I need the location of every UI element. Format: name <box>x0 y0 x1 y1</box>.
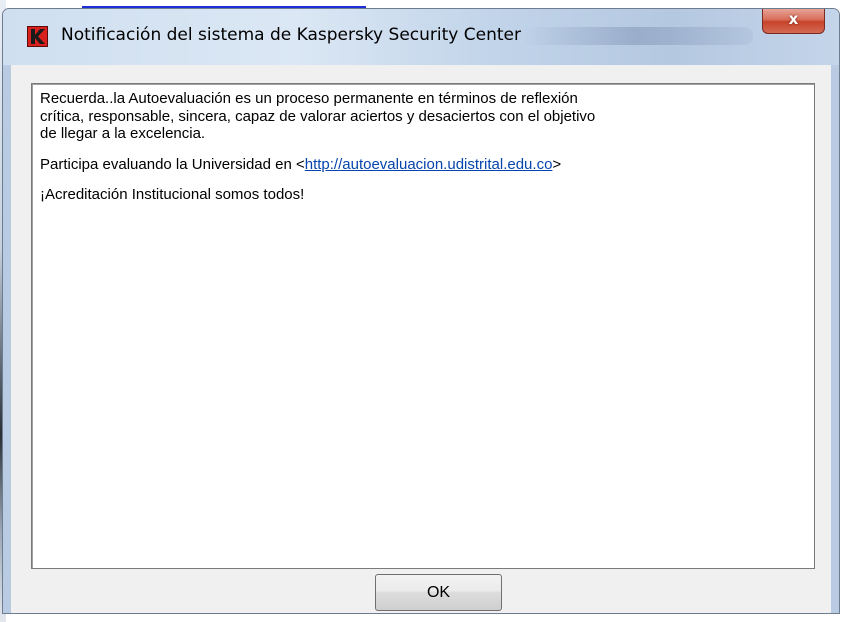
autoevaluacion-link[interactable]: http://autoevaluacion.udistrital.edu.co <box>305 156 553 173</box>
message-line: de llegar a la excelencia. <box>40 125 206 142</box>
kaspersky-k-icon <box>27 26 48 47</box>
title-bar-blur <box>523 27 753 45</box>
message-textbox[interactable]: Recuerda..la Autoevaluación es un proces… <box>31 83 815 569</box>
participa-prefix: Participa evaluando la Universidad en < <box>40 155 305 173</box>
close-icon: x <box>788 10 799 28</box>
screen: Notificación del sistema de Kaspersky Se… <box>0 0 843 622</box>
title-bar[interactable]: Notificación del sistema de Kaspersky Se… <box>3 9 839 65</box>
message-line: Recuerda..la Autoevaluación es un proces… <box>40 90 578 107</box>
message-line: crítica, responsable, sincera, capaz de … <box>40 107 596 125</box>
participa-suffix: > <box>552 155 562 173</box>
notification-dialog: Notificación del sistema de Kaspersky Se… <box>2 8 840 614</box>
participa-line: Participa evaluando la Universidad en <h… <box>40 156 800 174</box>
closing-line: ¡Acreditación Institucional somos todos! <box>40 186 305 203</box>
ok-button[interactable]: OK <box>375 574 502 611</box>
close-button[interactable]: x <box>762 9 825 34</box>
window-title: Notificación del sistema de Kaspersky Se… <box>61 25 521 45</box>
message-content: Recuerda..la Autoevaluación es un proces… <box>40 90 800 204</box>
